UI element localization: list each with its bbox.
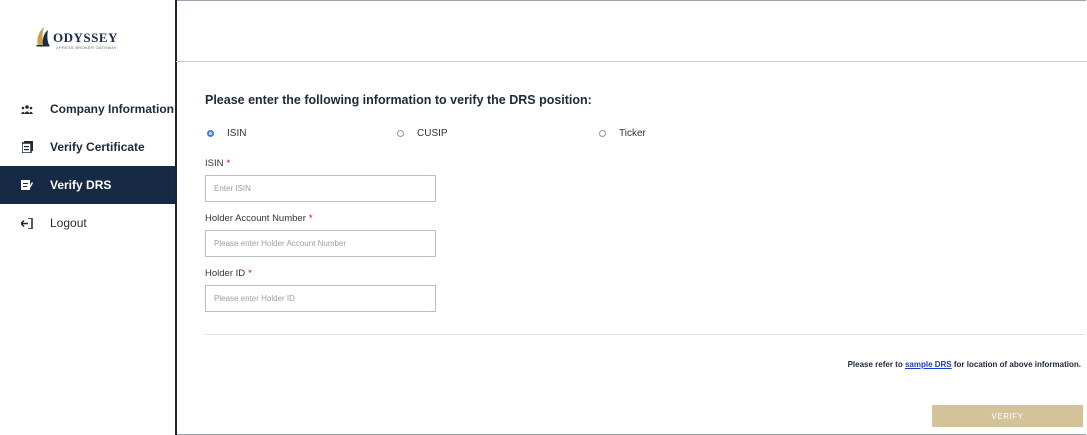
sidebar-item-company-information[interactable]: Company Information xyxy=(0,90,175,128)
sidebar-item-logout[interactable]: Logout xyxy=(0,204,175,242)
required-mark: * xyxy=(226,158,231,169)
radio-ticker[interactable]: Ticker xyxy=(599,128,646,139)
sidebar-nav: Company Information Verify Certificate V… xyxy=(0,90,175,242)
form-divider xyxy=(205,334,1085,335)
sidebar-item-verify-drs[interactable]: Verify DRS xyxy=(0,166,175,204)
radio-button[interactable] xyxy=(599,130,606,137)
radio-cusip[interactable]: CUSIP xyxy=(397,128,448,139)
sidebar-item-label: Logout xyxy=(50,216,87,230)
refer-note: Please refer to sample DRS for location … xyxy=(847,360,1081,369)
certificate-icon xyxy=(20,140,34,154)
holder-account-number-label: Holder Account Number * xyxy=(205,213,313,224)
odyssey-logo-icon xyxy=(36,27,50,47)
brand-logo: ODYSSEY XPRESS BROKER GATEWAY xyxy=(35,25,145,55)
verify-button[interactable]: VERIFY xyxy=(932,405,1083,427)
holder-id-input[interactable] xyxy=(205,285,436,312)
radio-label: Ticker xyxy=(619,128,646,139)
sidebar-item-label: Verify Certificate xyxy=(50,140,145,154)
page-title: Please enter the following information t… xyxy=(205,93,592,107)
radio-isin[interactable]: ISIN xyxy=(207,128,246,139)
logout-icon xyxy=(20,216,34,230)
isin-label: ISIN * xyxy=(205,158,231,169)
holder-account-number-input[interactable] xyxy=(205,230,436,257)
verify-drs-form: Please enter the following information t… xyxy=(205,0,1085,435)
verify-drs-icon xyxy=(20,178,34,192)
sidebar: ODYSSEY XPRESS BROKER GATEWAY Company In… xyxy=(0,0,177,435)
radio-button[interactable] xyxy=(397,130,404,137)
brand-name: ODYSSEY xyxy=(53,30,118,45)
isin-input[interactable] xyxy=(205,175,436,202)
radio-label: ISIN xyxy=(227,128,247,139)
users-icon xyxy=(20,102,34,116)
brand-tagline: XPRESS BROKER GATEWAY xyxy=(56,45,117,50)
sidebar-item-label: Company Information xyxy=(50,102,175,116)
sidebar-item-label: Verify DRS xyxy=(50,178,112,192)
required-mark: * xyxy=(308,213,313,224)
holder-id-label: Holder ID * xyxy=(205,268,252,279)
radio-button-selected[interactable] xyxy=(207,130,214,137)
sidebar-item-verify-certificate[interactable]: Verify Certificate xyxy=(0,128,175,166)
sample-drs-link[interactable]: sample DRS xyxy=(905,360,952,369)
radio-label: CUSIP xyxy=(417,128,448,139)
required-mark: * xyxy=(248,268,252,279)
